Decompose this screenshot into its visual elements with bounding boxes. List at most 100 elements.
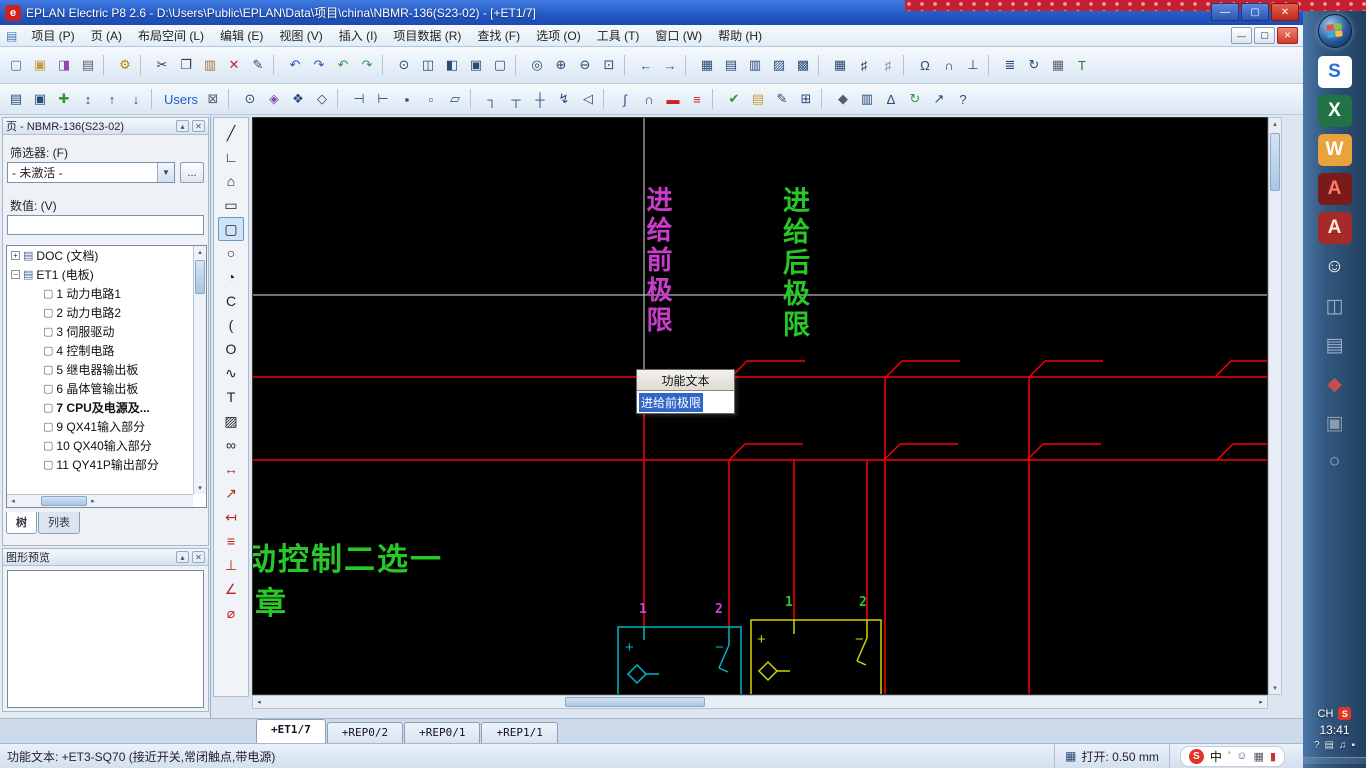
scroll-right-icon[interactable]: ▸ xyxy=(87,495,99,507)
grid-2-icon[interactable]: ▤ xyxy=(720,54,742,76)
scroll-down-icon[interactable]: ▾ xyxy=(194,482,206,494)
device-data-icon[interactable]: ⊞ xyxy=(795,88,817,110)
polygon-icon[interactable]: ⌂ xyxy=(218,169,244,193)
message-management-icon[interactable]: ▤ xyxy=(747,88,769,110)
zoom-out-icon[interactable]: ⊖ xyxy=(574,54,596,76)
sheet-tab-rep0-2[interactable]: +REP0/2 xyxy=(326,722,404,743)
excel-icon[interactable]: X xyxy=(1317,95,1352,127)
tree-item-4[interactable]: ▢ 4 控制电路 xyxy=(7,341,193,360)
chevron-down-icon[interactable]: ▼ xyxy=(157,163,174,182)
interruption-point-icon[interactable]: ◁ xyxy=(577,88,599,110)
scroll-left-icon[interactable]: ◂ xyxy=(253,696,265,708)
rectangle-2point-icon[interactable]: ▢ xyxy=(218,217,244,241)
canvas-vertical-scrollbar[interactable]: ▴ ▾ xyxy=(1268,117,1282,695)
annotation-chapter[interactable]: 章 xyxy=(255,578,286,623)
sogou-logo-icon[interactable]: S xyxy=(1188,748,1204,764)
tree-horizontal-scrollbar[interactable]: ◂ ▸ xyxy=(7,494,193,507)
print-icon[interactable]: ▤ xyxy=(77,54,99,76)
lock-icon[interactable]: ⊠ xyxy=(202,88,224,110)
graphic-preview-icon[interactable]: ◫ xyxy=(417,54,439,76)
filter-down-icon[interactable]: ↓ xyxy=(125,88,147,110)
app-red-icon[interactable]: ◆ xyxy=(1318,368,1352,400)
volume-icon[interactable]: ♫ xyxy=(1339,740,1347,751)
paste-icon[interactable]: ▥ xyxy=(199,54,221,76)
page-macro-2-icon[interactable]: ◇ xyxy=(311,88,333,110)
scroll-down-icon[interactable]: ▾ xyxy=(1269,682,1281,694)
cable-definition-icon[interactable]: ∫ xyxy=(614,88,636,110)
dimension-radius-icon[interactable]: ⌀ xyxy=(218,601,244,625)
tree-expander[interactable] xyxy=(31,403,40,412)
settings-wrench-icon[interactable]: ⚙ xyxy=(114,54,136,76)
mdi-restore-button[interactable]: ▢ xyxy=(1254,27,1275,44)
scroll-up-icon[interactable]: ▴ xyxy=(194,246,206,258)
sheet-tab-rep1-1[interactable]: +REP1/1 xyxy=(481,722,558,743)
cut-icon[interactable]: ✂ xyxy=(151,54,173,76)
jump-symbol-icon[interactable]: Ω xyxy=(914,54,936,76)
delete-icon[interactable]: ✕ xyxy=(223,54,245,76)
tree-expander[interactable] xyxy=(31,365,40,374)
ime-keyboard-icon[interactable]: ▦ xyxy=(1254,750,1264,763)
connection-corner-icon[interactable]: ┐ xyxy=(481,88,503,110)
undo-icon[interactable]: ↶ xyxy=(284,54,306,76)
language-indicator[interactable]: CH xyxy=(1318,708,1334,720)
update-icon[interactable]: ↻ xyxy=(904,88,926,110)
text-list-icon[interactable]: ≣ xyxy=(999,54,1021,76)
arc-3point-icon[interactable]: ( xyxy=(218,313,244,337)
tree-expander[interactable] xyxy=(31,460,40,469)
report-icon[interactable]: ▥ xyxy=(856,88,878,110)
value-input[interactable] xyxy=(7,215,204,235)
scrollbar-thumb[interactable] xyxy=(41,496,87,506)
undo-list-icon[interactable]: ↶ xyxy=(332,54,354,76)
tree-item-2[interactable]: ▢ 2 动力电路2 xyxy=(7,303,193,322)
circle-sector-icon[interactable]: ◔ xyxy=(218,265,244,289)
sheet-tab-et1-7[interactable]: +ET1/7 xyxy=(256,719,326,743)
wire-arc-icon[interactable]: ∩ xyxy=(938,54,960,76)
structure-box-icon[interactable]: ▱ xyxy=(444,88,466,110)
potential-track-icon[interactable]: ⊥ xyxy=(962,54,984,76)
page-properties-icon[interactable]: ▤ xyxy=(5,88,27,110)
annotation-feed-front-limit[interactable]: 进给前极限 xyxy=(643,186,673,336)
sort-icon[interactable]: ↕ xyxy=(77,88,99,110)
page-forward-icon[interactable]: → xyxy=(659,54,681,76)
sheet-tab-rep0-1[interactable]: +REP0/1 xyxy=(404,722,481,743)
filter-browse-button[interactable]: ... xyxy=(180,162,204,183)
dimension-angle-icon[interactable]: ∠ xyxy=(218,577,244,601)
rectangle-icon[interactable]: ▭ xyxy=(218,193,244,217)
tab-list[interactable]: 列表 xyxy=(38,512,80,534)
arc-icon[interactable]: C xyxy=(218,289,244,313)
grid-4-icon[interactable]: ▨ xyxy=(768,54,790,76)
app-gray-4-icon[interactable]: ○ xyxy=(1318,446,1352,478)
panel-pin-button[interactable]: ▴ xyxy=(176,551,189,563)
scroll-up-icon[interactable]: ▴ xyxy=(1269,118,1281,130)
menu-window[interactable]: 窗口 (W) xyxy=(647,25,710,46)
ime-emoji-icon[interactable]: ☺ xyxy=(1236,750,1247,763)
annotation-feed-rear-limit[interactable]: 进给后极限 xyxy=(779,186,809,341)
window-split-icon[interactable]: ◧ xyxy=(441,54,463,76)
tab-tree[interactable]: 树 xyxy=(6,512,37,534)
start-button[interactable] xyxy=(1317,14,1352,48)
tree-expander[interactable] xyxy=(31,289,40,298)
tree-item-11[interactable]: ▢ 11 QY41P输出部分 xyxy=(7,455,193,474)
macro-box-icon[interactable]: ◈ xyxy=(263,88,285,110)
zoom-in-icon[interactable]: ⊕ xyxy=(550,54,572,76)
scroll-left-icon[interactable]: ◂ xyxy=(7,495,19,507)
menu-options[interactable]: 选项 (O) xyxy=(528,25,589,46)
menu-edit[interactable]: 编辑 (E) xyxy=(212,25,271,46)
network-icon[interactable]: ▪ xyxy=(1351,740,1355,751)
grid-1-icon[interactable]: ▦ xyxy=(696,54,718,76)
tree-item-3[interactable]: ▢ 3 伺服驱动 xyxy=(7,322,193,341)
jump-point-icon[interactable]: ↯ xyxy=(553,88,575,110)
busbar-icon[interactable]: ▬ xyxy=(662,88,684,110)
help-question-icon[interactable]: ? xyxy=(952,88,974,110)
tree-item-7[interactable]: ▢ 7 CPU及电源及... xyxy=(7,398,193,417)
page-macro-icon[interactable]: ◨ xyxy=(53,54,75,76)
tree-item-5[interactable]: ▢ 5 继电器输出板 xyxy=(7,360,193,379)
check-project-icon[interactable]: ✔ xyxy=(723,88,745,110)
tree-expander[interactable]: − xyxy=(11,270,20,279)
text-editor-icon[interactable]: T xyxy=(1071,54,1093,76)
close-button[interactable]: ✕ xyxy=(1271,3,1299,21)
image-icon[interactable]: ▨ xyxy=(218,409,244,433)
dimension-increment-icon[interactable]: ≡ xyxy=(218,529,244,553)
menu-project[interactable]: 项目 (P) xyxy=(23,25,82,46)
t-node-icon[interactable]: ┬ xyxy=(505,88,527,110)
